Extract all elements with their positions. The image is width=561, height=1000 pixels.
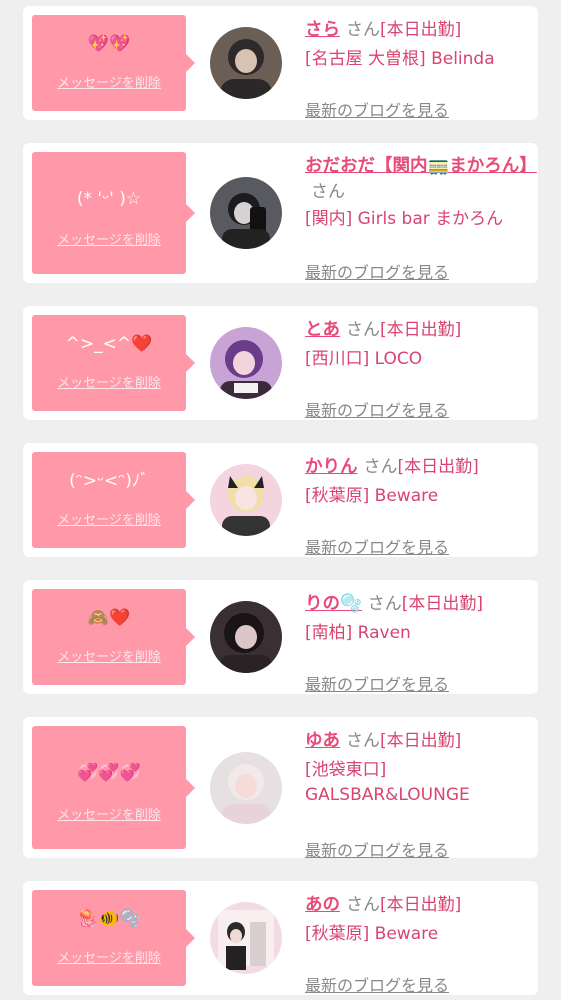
message-bubble: 💖💖 メッセージを削除 — [32, 15, 195, 111]
delete-message-link[interactable]: メッセージを削除 — [32, 646, 186, 665]
message-text: (ᵔ>ᵕ<ᵔ)ﾉﾞ — [69, 471, 149, 491]
blog-link[interactable]: 最新のブログを見る — [305, 837, 449, 861]
honorific: さん — [367, 594, 402, 614]
shop-text: [関内] Girls bar まかろん — [305, 209, 504, 229]
message-text: (* 'ᵕ' )☆ — [76, 189, 142, 209]
avatar[interactable] — [210, 327, 282, 399]
girl-card: 🙈❤️ メッセージを削除 りの🫧 さん[本日出勤] [南柏] Raven 最新のブ… — [23, 580, 538, 694]
blog-link[interactable]: 最新のブログを見る — [305, 259, 449, 283]
blog-link[interactable]: 最新のブログを見る — [305, 534, 449, 558]
girl-card: (* 'ᵕ' )☆ メッセージを削除 おだおだ【関内🚃まかろん】さん [関内] … — [23, 143, 538, 283]
status-text: [本日出勤] — [380, 320, 462, 340]
avatar[interactable] — [210, 464, 282, 536]
status-text: [本日出勤] — [380, 20, 462, 40]
message-bubble: (ᵔ>ᵕ<ᵔ)ﾉﾞ メッセージを削除 — [32, 452, 195, 548]
girl-card: (ᵔ>ᵕ<ᵔ)ﾉﾞ メッセージを削除 かりん さん[本日出勤] [秋葉原] Bew… — [23, 443, 538, 557]
girl-name-link[interactable]: あの — [305, 895, 340, 915]
message-text: 🪼🐠🫧 — [77, 909, 141, 929]
status-text: [本日出勤] — [401, 594, 484, 614]
girl-name-link[interactable]: おだおだ【関内🚃まかろん】 — [305, 156, 537, 176]
girl-card: 💖💖 メッセージを削除 さら さん[本日出勤] [名古屋 大曽根] Belinda… — [23, 6, 538, 120]
blog-link[interactable]: 最新のブログを見る — [305, 671, 449, 695]
message-bubble: 🪼🐠🫧 メッセージを削除 — [32, 890, 195, 986]
delete-message-link[interactable]: メッセージを削除 — [32, 229, 186, 248]
shop-text: [秋葉原] Beware — [305, 924, 439, 944]
shop-text: [池袋東口] GALSBAR&LOUNGE — [305, 760, 470, 805]
honorific: さん — [346, 20, 380, 40]
honorific: さん — [311, 182, 345, 202]
delete-message-link[interactable]: メッセージを削除 — [32, 509, 186, 528]
honorific: さん — [346, 731, 380, 751]
shop-text: [西川口] LOCO — [305, 349, 423, 369]
message-text: 💞💞💞 — [77, 763, 141, 783]
avatar[interactable] — [210, 27, 282, 99]
girl-card: ^>_<^❤️ メッセージを削除 とあ さん[本日出勤] [西川口] LOCO 最… — [23, 306, 538, 420]
shop-text: [南柏] Raven — [305, 623, 411, 643]
honorific: さん — [346, 320, 380, 340]
girl-name-link[interactable]: とあ — [305, 320, 340, 340]
girl-name-link[interactable]: ゆあ — [305, 731, 340, 751]
message-bubble: 💞💞💞 メッセージを削除 — [32, 726, 195, 849]
girl-card: 🪼🐠🫧 メッセージを削除 あの さん[本日出勤] [秋葉原] Beware 最新の… — [23, 881, 538, 995]
message-text: 🙈❤️ — [87, 608, 131, 628]
honorific: さん — [363, 457, 398, 477]
blog-link[interactable]: 最新のブログを見る — [305, 97, 449, 121]
delete-message-link[interactable]: メッセージを削除 — [32, 372, 186, 391]
avatar[interactable] — [210, 177, 282, 249]
girl-card: 💞💞💞 メッセージを削除 ゆあ さん[本日出勤] [池袋東口] GALSBAR&L… — [23, 717, 538, 861]
girl-name-link[interactable]: りの🫧 — [305, 594, 362, 614]
status-text: [本日出勤] — [380, 731, 462, 751]
delete-message-link[interactable]: メッセージを削除 — [32, 72, 186, 91]
message-text: 💖💖 — [87, 34, 131, 54]
blog-link[interactable]: 最新のブログを見る — [305, 397, 449, 421]
shop-text: [名古屋 大曽根] Belinda — [305, 49, 495, 69]
delete-message-link[interactable]: メッセージを削除 — [32, 804, 186, 823]
girl-name-link[interactable]: かりん — [305, 457, 358, 477]
avatar[interactable] — [210, 601, 282, 673]
message-bubble: ^>_<^❤️ メッセージを削除 — [32, 315, 195, 411]
message-text: ^>_<^❤️ — [65, 334, 153, 354]
honorific: さん — [346, 895, 380, 915]
blog-link[interactable]: 最新のブログを見る — [305, 972, 449, 996]
shop-text: [秋葉原] Beware — [305, 486, 439, 506]
status-text: [本日出勤] — [380, 895, 462, 915]
message-bubble: 🙈❤️ メッセージを削除 — [32, 589, 195, 685]
avatar[interactable] — [210, 902, 282, 974]
avatar[interactable] — [210, 752, 282, 824]
girl-name-link[interactable]: さら — [305, 20, 340, 40]
message-bubble: (* 'ᵕ' )☆ メッセージを削除 — [32, 152, 195, 274]
delete-message-link[interactable]: メッセージを削除 — [32, 947, 186, 966]
status-text: [本日出勤] — [397, 457, 479, 477]
